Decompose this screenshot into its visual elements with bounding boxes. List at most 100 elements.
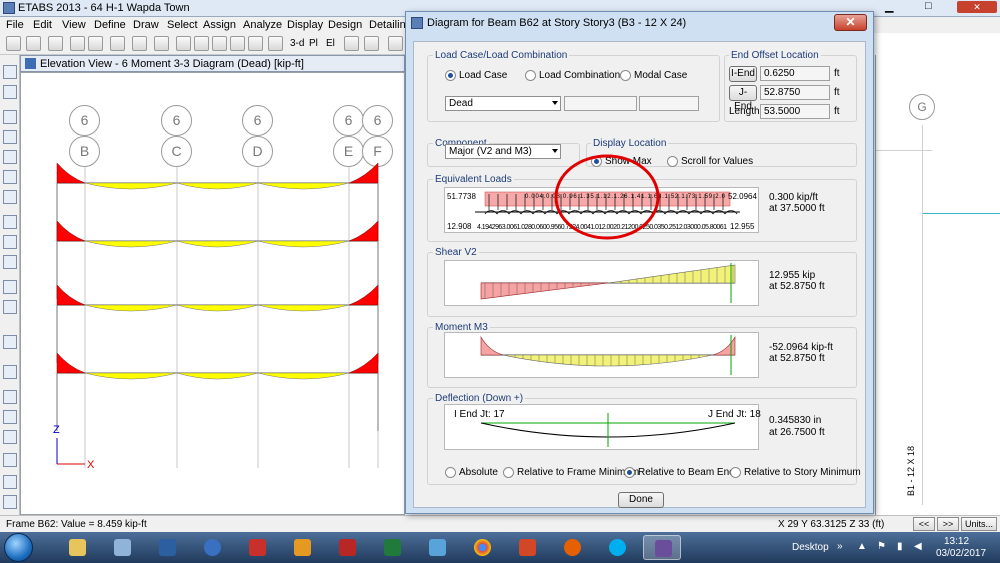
- select-previous-icon[interactable]: [3, 410, 17, 424]
- open-file-icon[interactable]: [26, 36, 41, 51]
- minimize-icon[interactable]: ▁: [885, 0, 893, 13]
- etabs-icon: [655, 540, 672, 557]
- menu-analyze[interactable]: Analyze: [243, 19, 282, 31]
- prev-button[interactable]: <<: [913, 517, 935, 531]
- scroll-values-radio[interactable]: [667, 156, 678, 167]
- dimension-icon[interactable]: [3, 335, 17, 349]
- snap-icon[interactable]: [3, 453, 17, 467]
- undo-icon[interactable]: [70, 36, 85, 51]
- desktop-toolbar[interactable]: Desktop: [792, 542, 829, 553]
- elevation-view-tab[interactable]: Elevation View - 6 Moment 3-3 Diagram (D…: [20, 55, 405, 72]
- length-unit: ft: [834, 106, 840, 117]
- load-case-radio[interactable]: [445, 70, 456, 81]
- menu-assign[interactable]: Assign: [203, 19, 236, 31]
- pointer-icon[interactable]: [3, 65, 17, 79]
- load-combination-radio[interactable]: [525, 70, 536, 81]
- zoom-previous-icon[interactable]: [248, 36, 263, 51]
- load-case-select[interactable]: Dead: [445, 96, 561, 111]
- close-icon[interactable]: ✕: [957, 1, 997, 13]
- draw-tendon-icon[interactable]: [3, 300, 17, 314]
- dialog-close-button[interactable]: ✕: [834, 14, 867, 31]
- run-icon[interactable]: [154, 36, 169, 51]
- taskbar-explorer[interactable]: [58, 535, 96, 560]
- tray-network-icon[interactable]: ▮: [897, 541, 903, 552]
- menu-view[interactable]: View: [62, 19, 86, 31]
- tray-up-icon[interactable]: ▲: [857, 541, 867, 552]
- redo-icon[interactable]: [88, 36, 103, 51]
- taskbar-powerpoint[interactable]: [508, 535, 546, 560]
- taskbar-skype[interactable]: [598, 535, 636, 560]
- plan-view-button[interactable]: Pl: [309, 38, 318, 49]
- draw-wall-icon[interactable]: [3, 235, 17, 249]
- zoom-out-icon[interactable]: [212, 36, 227, 51]
- menu-edit[interactable]: Edit: [33, 19, 52, 31]
- glasses-icon[interactable]: [364, 36, 379, 51]
- grid-icon[interactable]: [3, 365, 17, 379]
- draw-floor-icon[interactable]: [3, 215, 17, 229]
- menu-draw[interactable]: Draw: [133, 19, 159, 31]
- taskbar-etabs[interactable]: [643, 535, 681, 560]
- draw-brace-icon[interactable]: [3, 190, 17, 204]
- absolute-radio[interactable]: [445, 467, 456, 478]
- menu-display[interactable]: Display: [287, 19, 323, 31]
- taskbar-app-7[interactable]: [328, 535, 366, 560]
- draw-opening-icon[interactable]: [3, 255, 17, 269]
- relative-frame-min-radio[interactable]: [503, 467, 514, 478]
- maximize-icon[interactable]: □: [925, 0, 932, 12]
- dialog-titlebar[interactable]: Diagram for Beam B62 at Story Story3 (B3…: [406, 12, 873, 34]
- taskbar-chrome[interactable]: [463, 535, 501, 560]
- zoom-window-icon[interactable]: [176, 36, 191, 51]
- draw-beam-icon[interactable]: [3, 170, 17, 184]
- pan-icon[interactable]: [268, 36, 283, 51]
- done-button[interactable]: Done: [618, 492, 664, 508]
- lock-icon[interactable]: [132, 36, 147, 51]
- tray-flag-icon[interactable]: ⚑: [877, 541, 886, 552]
- j-end-button[interactable]: J-End: [729, 85, 757, 112]
- clock-time[interactable]: 13:12: [944, 536, 969, 547]
- relative-beam-ends-radio[interactable]: [624, 467, 635, 478]
- snap-intersection-icon[interactable]: [3, 475, 17, 489]
- start-button[interactable]: [4, 533, 33, 562]
- taskbar-app-3[interactable]: [148, 535, 186, 560]
- elevation-view-button[interactable]: El: [326, 38, 335, 49]
- component-select[interactable]: Major (V2 and M3): [445, 144, 561, 159]
- next-button[interactable]: >>: [937, 517, 959, 531]
- taskbar-app-4[interactable]: [193, 535, 231, 560]
- tray-chevron-icon[interactable]: »: [837, 541, 843, 552]
- taskbar-app-5[interactable]: [238, 535, 276, 560]
- menu-design[interactable]: Design: [328, 19, 362, 31]
- select-all-icon[interactable]: [3, 390, 17, 404]
- new-file-icon[interactable]: [6, 36, 21, 51]
- clock-date[interactable]: 03/02/2017: [936, 548, 986, 559]
- snap-perpendicular-icon[interactable]: [3, 495, 17, 509]
- menu-file[interactable]: File: [6, 19, 24, 31]
- menu-define[interactable]: Define: [94, 19, 126, 31]
- second-view-pane[interactable]: G B1 - 12 X 18: [875, 55, 1000, 515]
- taskbar-calculator[interactable]: [103, 535, 141, 560]
- show-max-radio[interactable]: [591, 156, 602, 167]
- modal-case-radio[interactable]: [620, 70, 631, 81]
- pencil-icon[interactable]: [110, 36, 125, 51]
- view-3d-button[interactable]: 3-d: [290, 38, 304, 49]
- tray-volume-icon[interactable]: ◀: [914, 541, 922, 552]
- draw-column-icon[interactable]: [3, 150, 17, 164]
- save-icon[interactable]: [48, 36, 63, 51]
- draw-link-icon[interactable]: [3, 280, 17, 294]
- menu-select[interactable]: Select: [167, 19, 198, 31]
- taskbar-firefox[interactable]: [553, 535, 591, 560]
- taskbar-app-6[interactable]: [283, 535, 321, 560]
- elevation-canvas[interactable]: 6 B 6 C 6 D 6 E 6 F X Z: [20, 72, 405, 515]
- i-end-button[interactable]: I-End: [729, 66, 757, 82]
- draw-frame-icon[interactable]: [3, 130, 17, 144]
- clear-selection-icon[interactable]: [3, 430, 17, 444]
- relative-story-min-radio[interactable]: [730, 467, 741, 478]
- rotate-icon[interactable]: [344, 36, 359, 51]
- zoom-restore-icon[interactable]: [230, 36, 245, 51]
- taskbar-app-9[interactable]: [418, 535, 456, 560]
- units-button[interactable]: Units...: [961, 517, 997, 531]
- taskbar-excel[interactable]: [373, 535, 411, 560]
- zoom-in-icon[interactable]: [194, 36, 209, 51]
- move-up-icon[interactable]: [388, 36, 403, 51]
- draw-joint-icon[interactable]: [3, 110, 17, 124]
- reshape-icon[interactable]: [3, 85, 17, 99]
